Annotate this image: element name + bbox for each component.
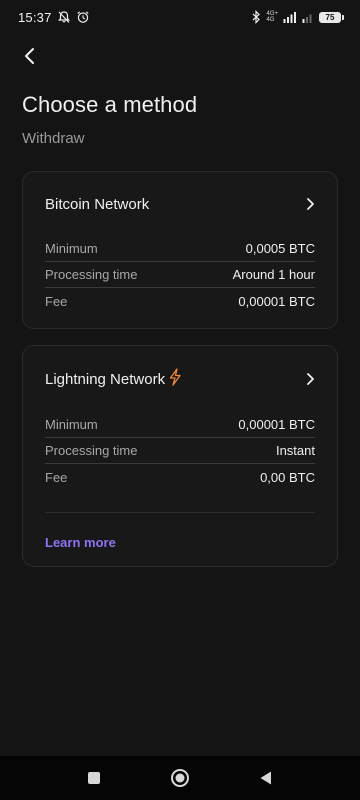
battery-icon: 75 [319, 11, 344, 23]
detail-label: Minimum [45, 417, 98, 432]
detail-label: Minimum [45, 241, 98, 256]
details-list: Minimum 0,00001 BTC Processing time Inst… [45, 412, 315, 490]
status-time: 15:37 [18, 9, 52, 25]
card-title: Bitcoin Network [45, 195, 150, 213]
page-subtitle: Withdraw [22, 130, 85, 147]
chevron-left-icon [23, 47, 37, 70]
recent-apps-square-icon[interactable] [82, 766, 106, 790]
detail-value: 0,00 BTC [260, 469, 315, 485]
divider [45, 512, 315, 513]
detail-label: Fee [45, 293, 68, 309]
page-title: Choose a method [22, 92, 198, 117]
chevron-right-icon[interactable] [305, 197, 315, 211]
card-title-wrap: Lightning Network [45, 368, 182, 390]
bitcoin-network-card[interactable]: Bitcoin Network Minimum 0,0005 BTC Proce… [22, 171, 338, 329]
signal-icon [283, 11, 297, 23]
network-type-label: 4G+ 4G [266, 11, 278, 23]
back-button[interactable] [16, 44, 44, 72]
detail-label: Fee [45, 469, 68, 485]
card-title: Lightning Network [45, 370, 166, 388]
detail-row-fee: Fee 0,00 BTC [45, 464, 315, 490]
detail-row-minimum: Minimum 0,0005 BTC [45, 236, 315, 262]
bitcoin-network-header[interactable]: Bitcoin Network [45, 172, 315, 236]
detail-row-processing-time: Processing time Instant [45, 438, 315, 464]
detail-label: Processing time [45, 443, 138, 458]
details-list: Minimum 0,0005 BTC Processing time Aroun… [45, 236, 315, 314]
lightning-bolt-icon [168, 368, 182, 390]
detail-value: Around 1 hour [232, 267, 315, 282]
detail-value: 0,00001 BTC [238, 293, 315, 309]
detail-value: 0,0005 BTC [245, 241, 315, 256]
detail-row-minimum: Minimum 0,00001 BTC [45, 412, 315, 438]
system-nav-bar [0, 756, 360, 800]
lightning-network-card[interactable]: Lightning Network Minimum 0,00001 BTC Pr… [22, 345, 338, 567]
battery-level: 75 [319, 11, 341, 23]
alarm-icon [76, 10, 90, 24]
detail-value: 0,00001 BTC [238, 417, 315, 432]
chevron-right-icon[interactable] [305, 372, 315, 386]
bluetooth-icon [251, 10, 261, 24]
detail-row-fee: Fee 0,00001 BTC [45, 288, 315, 314]
status-bar: 15:37 4G+ 4G 75 [0, 0, 360, 34]
muted-notification-icon [57, 10, 71, 24]
detail-label: Processing time [45, 267, 138, 282]
back-triangle-icon[interactable] [254, 766, 278, 790]
lightning-network-header[interactable]: Lightning Network [45, 346, 315, 412]
wifi-signal-icon [302, 11, 314, 23]
home-circle-icon[interactable] [168, 766, 192, 790]
detail-value: Instant [275, 443, 315, 458]
detail-row-processing-time: Processing time Around 1 hour [45, 262, 315, 288]
learn-more-link[interactable]: Learn more [45, 535, 116, 550]
